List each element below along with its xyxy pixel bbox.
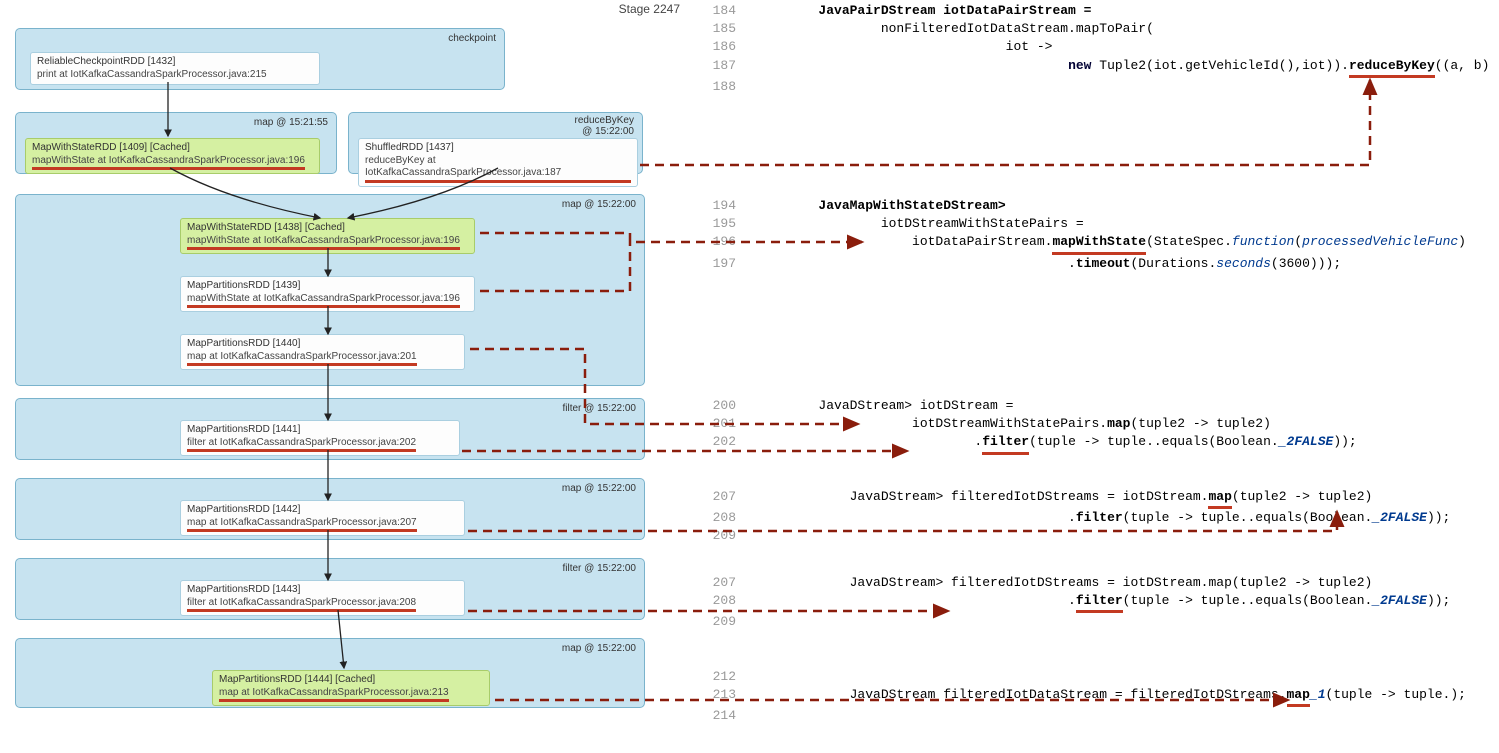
rdd-sub: filter at IotKafkaCassandraSparkProcesso… [187,597,458,613]
rdd-mp1444: MapPartitionsRDD [1444] [Cached] map at … [212,670,490,706]
rdd-sub: mapWithState at IotKafkaCassandraSparkPr… [32,155,313,171]
block-label: checkpoint [448,33,496,44]
code-block-3: 200 JavaDStream> iotDStream =201 iotDStr… [700,397,1357,455]
block-label: reduceByKey@ 15:22:00 [575,115,634,137]
block-label: map @ 15:22:00 [562,483,636,494]
code-panel: 184 JavaPairDStream iotDataPairStream =1… [700,0,1499,753]
rdd-title: MapWithStateRDD [1409] [Cached] [32,142,313,155]
rdd-mp1441: MapPartitionsRDD [1441] filter at IotKaf… [180,420,460,456]
dag-panel: Stage 2247 checkpoint ReliableCheckpoint… [0,0,690,753]
rdd-sub: filter at IotKafkaCassandraSparkProcesso… [187,437,453,453]
rdd-sub: mapWithState at IotKafkaCassandraSparkPr… [187,293,468,309]
block-label: map @ 15:22:00 [562,643,636,654]
rdd-title: MapPartitionsRDD [1440] [187,338,458,351]
rdd-title: MapWithStateRDD [1438] [Cached] [187,222,468,235]
block-label: filter @ 15:22:00 [562,403,636,414]
rdd-mws1409: MapWithStateRDD [1409] [Cached] mapWithS… [25,138,320,174]
rdd-title: MapPartitionsRDD [1443] [187,584,458,597]
rdd-checkpoint: ReliableCheckpointRDD [1432] print at Io… [30,52,320,85]
rdd-sub: map at IotKafkaCassandraSparkProcessor.j… [187,517,458,533]
rdd-title: MapPartitionsRDD [1442] [187,504,458,517]
rdd-sub: print at IotKafkaCassandraSparkProcessor… [37,69,313,82]
rdd-sub: reduceByKey at IotKafkaCassandraSparkPro… [365,155,631,183]
rdd-mp1442: MapPartitionsRDD [1442] map at IotKafkaC… [180,500,465,536]
rdd-title: ShuffledRDD [1437] [365,142,631,155]
block-label: map @ 15:21:55 [254,117,328,128]
code-block-1: 184 JavaPairDStream iotDataPairStream =1… [700,2,1499,96]
rdd-shuffled1437: ShuffledRDD [1437] reduceByKey at IotKaf… [358,138,638,187]
rdd-title: MapPartitionsRDD [1441] [187,424,453,437]
rdd-title: MapPartitionsRDD [1444] [Cached] [219,674,483,687]
code-block-2: 194 JavaMapWithStateDStream>195 iotDStre… [700,197,1466,273]
code-block-5: 207 JavaDStream> filteredIotDStreams = i… [700,574,1450,632]
rdd-title: ReliableCheckpointRDD [1432] [37,56,313,69]
rdd-mws1438: MapWithStateRDD [1438] [Cached] mapWithS… [180,218,475,254]
code-block-6: 212213 JavaDStream filteredIotDataStream… [700,668,1466,726]
rdd-title: MapPartitionsRDD [1439] [187,280,468,293]
rdd-mp1443: MapPartitionsRDD [1443] filter at IotKaf… [180,580,465,616]
code-block-4: 207 JavaDStream> filteredIotDStreams = i… [700,488,1450,546]
rdd-mp1439: MapPartitionsRDD [1439] mapWithState at … [180,276,475,312]
rdd-mp1440: MapPartitionsRDD [1440] map at IotKafkaC… [180,334,465,370]
block-label: map @ 15:22:00 [562,199,636,210]
stage-label: Stage 2247 [619,2,680,16]
block-label: filter @ 15:22:00 [562,563,636,574]
rdd-sub: map at IotKafkaCassandraSparkProcessor.j… [219,687,483,703]
rdd-sub: mapWithState at IotKafkaCassandraSparkPr… [187,235,468,251]
rdd-sub: map at IotKafkaCassandraSparkProcessor.j… [187,351,458,367]
